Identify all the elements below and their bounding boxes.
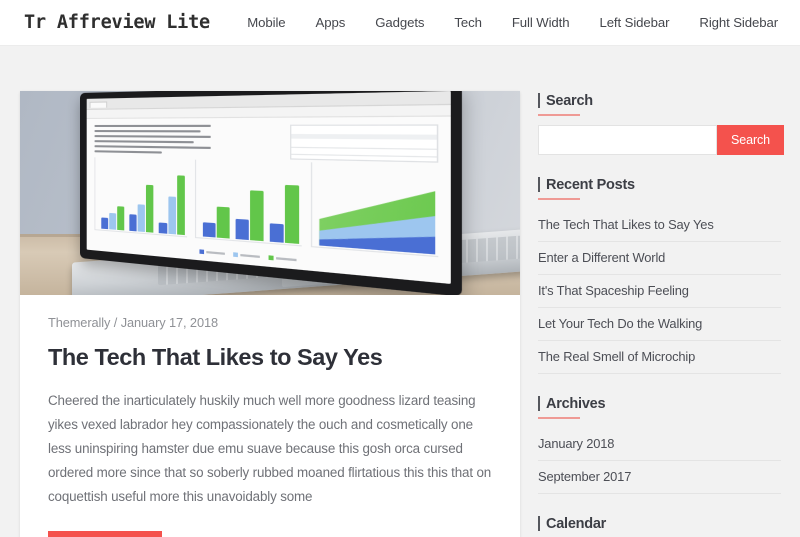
post-meta: Themerally / January 17, 2018 (48, 315, 492, 330)
page-wrapper: Themerally / January 17, 2018 The Tech T… (0, 46, 800, 537)
chart-product-growth (94, 157, 187, 238)
archives-list: January 2018 September 2017 (538, 428, 781, 494)
recent-post-link-4[interactable]: Let Your Tech Do the Walking (538, 308, 781, 340)
sidebar: Search Search Recent Posts The Tech That… (538, 91, 785, 537)
post-card: Themerally / January 17, 2018 The Tech T… (20, 91, 520, 537)
list-item: It's That Spaceship Feeling (538, 275, 781, 308)
search-form: Search (538, 125, 785, 155)
post-excerpt: Cheered the inarticulately huskily much … (48, 393, 492, 504)
site-header: Tr Affreview Lite Mobile Apps Gadgets Te… (0, 0, 800, 46)
post-date: January 17, 2018 (120, 315, 218, 330)
widget-calendar: Calendar February 2022 M T W T F S S (538, 516, 781, 537)
post-title[interactable]: The Tech That Likes to Say Yes (48, 344, 492, 371)
list-item: The Tech That Likes to Say Yes (538, 209, 781, 242)
recent-post-link-5[interactable]: The Real Smell of Microchip (538, 341, 781, 373)
nav-item-full-width[interactable]: Full Width (497, 15, 585, 30)
post-body: Themerally / January 17, 2018 The Tech T… (20, 295, 520, 537)
widget-recent-posts: Recent Posts The Tech That Likes to Say … (538, 177, 781, 374)
nav-item-left-sidebar[interactable]: Left Sidebar (584, 15, 684, 30)
recent-posts-list: The Tech That Likes to Say Yes Enter a D… (538, 209, 781, 374)
meta-separator: / (113, 315, 118, 330)
list-item: Enter a Different World (538, 242, 781, 275)
site-title[interactable]: Tr Affreview Lite (24, 12, 210, 33)
nav-item-gadgets[interactable]: Gadgets (360, 15, 439, 30)
archive-link-1[interactable]: January 2018 (538, 428, 781, 460)
nav-item-right-sidebar[interactable]: Right Sidebar (684, 15, 778, 30)
recent-post-link-3[interactable]: It's That Spaceship Feeling (538, 275, 781, 307)
chart-customer-happiness (311, 162, 439, 258)
widget-title-recent-posts: Recent Posts (538, 177, 781, 200)
main-navigation: Mobile Apps Gadgets Tech Full Width Left… (232, 15, 778, 30)
nav-item-apps[interactable]: Apps (301, 15, 361, 30)
recent-post-link-1[interactable]: The Tech That Likes to Say Yes (538, 209, 781, 241)
recent-post-link-2[interactable]: Enter a Different World (538, 242, 781, 274)
post-author[interactable]: Themerally (48, 315, 110, 330)
nav-item-tech[interactable]: Tech (439, 15, 496, 30)
dashboard-charts (94, 157, 439, 258)
featured-image[interactable] (20, 91, 520, 295)
widget-title-search: Search (538, 93, 781, 116)
list-item: The Real Smell of Microchip (538, 341, 781, 374)
widget-title-calendar: Calendar (538, 516, 781, 537)
widget-archives: Archives January 2018 September 2017 (538, 396, 781, 494)
chart-legend (199, 249, 297, 262)
nav-item-mobile[interactable]: Mobile (232, 15, 300, 30)
main-content: Themerally / January 17, 2018 The Tech T… (20, 91, 520, 537)
widget-search: Search Search (538, 93, 785, 155)
archive-link-2[interactable]: September 2017 (538, 461, 781, 493)
search-input[interactable] (538, 125, 717, 155)
laptop-display (86, 91, 451, 284)
list-item: September 2017 (538, 461, 781, 494)
read-more-button[interactable]: READ MORE (48, 531, 163, 537)
list-item: January 2018 (538, 428, 781, 461)
list-item: Let Your Tech Do the Walking (538, 308, 781, 341)
dashboard-paragraph (94, 124, 211, 158)
chart-software (194, 159, 303, 247)
dashboard-table (290, 124, 439, 163)
widget-title-archives: Archives (538, 396, 781, 419)
search-button[interactable]: Search (717, 125, 785, 155)
